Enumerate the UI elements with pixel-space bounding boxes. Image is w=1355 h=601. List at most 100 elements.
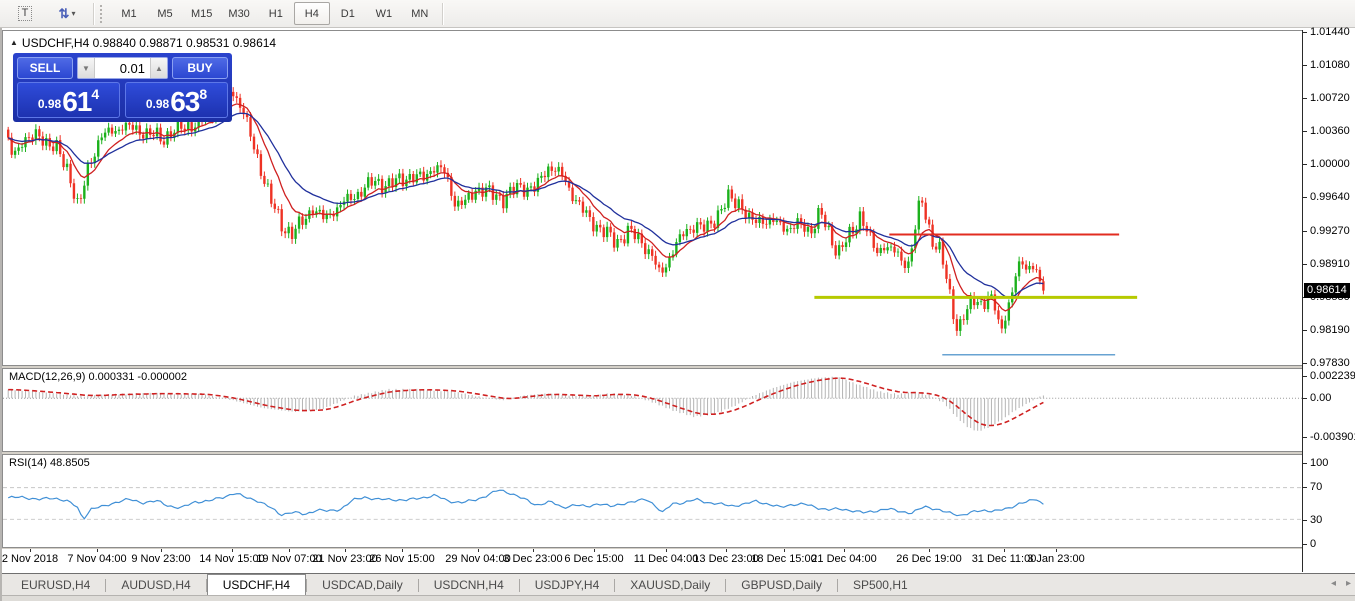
timeframe-button-H4[interactable]: H4 — [294, 2, 330, 25]
macd-chart[interactable] — [3, 369, 1302, 451]
date-tick — [1056, 549, 1057, 552]
date-tick — [784, 549, 785, 552]
sell-price-prefix: 0.98 — [38, 97, 61, 111]
toolbar-grip[interactable] — [100, 5, 105, 23]
rsi-label: RSI(14) 48.8505 — [9, 457, 90, 469]
date-tick-label: 26 Dec 19:00 — [896, 553, 961, 565]
chart-tab-USDCHF-H4[interactable]: USDCHF,H4 — [207, 574, 306, 597]
sell-button[interactable]: SELL — [17, 57, 73, 79]
current-price-tag: 0.98614 — [1304, 283, 1350, 298]
chart-workspace: ▲ USDCHF,H4 0.98840 0.98871 0.98531 0.986… — [0, 28, 1355, 601]
timeframe-button-H1[interactable]: H1 — [258, 2, 294, 25]
price-scale: 0.98614 1.014401.010801.007201.003601.00… — [1302, 30, 1355, 572]
date-tick-label: 14 Nov 15:00 — [199, 553, 264, 565]
ma-fast-line — [8, 104, 1043, 311]
date-tick — [1004, 549, 1005, 552]
buy-price-big: 63 — [170, 88, 199, 115]
chart-tab-AUDUSD-H4[interactable]: AUDUSD,H4 — [106, 575, 205, 596]
chart-tab-EURUSD-H4[interactable]: EURUSD,H4 — [6, 575, 105, 596]
timeframe-button-M5[interactable]: M5 — [147, 2, 183, 25]
macd-signal-line — [8, 378, 1043, 425]
tab-scroll-right-icon[interactable]: ▸ — [1346, 578, 1351, 589]
timeframe-button-M30[interactable]: M30 — [220, 2, 257, 25]
axis-tick-label: 1.00720 — [1303, 91, 1350, 105]
timeframe-button-MN[interactable]: MN — [402, 2, 438, 25]
chart-tabs: EURUSD,H4AUDUSD,H4USDCHF,H4USDCAD,DailyU… — [6, 575, 923, 596]
ma-slow-line — [8, 113, 1043, 297]
axis-tick-label: 0.00 — [1303, 391, 1331, 405]
toolbar-divider — [93, 3, 94, 25]
date-tick — [666, 549, 667, 552]
rsi-indicator-panel[interactable]: RSI(14) 48.8505 — [2, 454, 1302, 548]
chart-tab-bar: EURUSD,H4AUDUSD,H4USDCHF,H4USDCAD,DailyU… — [2, 573, 1355, 601]
date-tick-label: 13 Dec 23:00 — [693, 553, 758, 565]
axis-tick-label: 1.00000 — [1303, 157, 1350, 171]
date-tick — [533, 549, 534, 552]
date-tick — [30, 549, 31, 552]
date-tick — [594, 549, 595, 552]
chevron-down-icon[interactable]: ▾ — [71, 9, 75, 18]
date-tick — [402, 549, 403, 552]
volume-stepper: ▼ ▲ — [77, 57, 168, 79]
axis-tick-label: 70 — [1303, 480, 1322, 494]
sell-price-big: 61 — [62, 88, 91, 115]
date-tick-label: 18 Dec 15:00 — [751, 553, 816, 565]
chart-tab-USDCAD-Daily[interactable]: USDCAD,Daily — [307, 575, 418, 596]
volume-increase-icon[interactable]: ▲ — [150, 58, 167, 78]
timeframe-button-M1[interactable]: M1 — [111, 2, 147, 25]
tab-scroll-left-icon[interactable]: ◂ — [1331, 578, 1336, 589]
sell-price-sup: 4 — [91, 86, 99, 102]
panel-collapse-icon[interactable]: ▲ — [10, 38, 18, 47]
timeframe-group: M1M5M15M30H1H4D1W1MN — [111, 2, 438, 25]
chart-title-text: USDCHF,H4 0.98840 0.98871 0.98531 0.9861… — [22, 36, 276, 50]
date-tick-label: 7 Nov 04:00 — [67, 553, 126, 565]
axis-tick-label: 1.01440 — [1303, 25, 1350, 39]
volume-input[interactable] — [95, 58, 150, 78]
date-tick-label: 3 Jan 23:00 — [1027, 553, 1085, 565]
rsi-chart[interactable] — [3, 455, 1302, 547]
chart-title: ▲ USDCHF,H4 0.98840 0.98871 0.98531 0.986… — [10, 36, 276, 50]
tab-bar-strip — [2, 595, 1355, 601]
date-tick-label: 2 Nov 2018 — [2, 553, 58, 565]
date-tick-label: 29 Nov 04:00 — [445, 553, 510, 565]
chart-tab-USDJPY-H4[interactable]: USDJPY,H4 — [520, 575, 614, 596]
axis-tick-label: 0.99270 — [1303, 224, 1350, 238]
date-tick-label: 21 Nov 23:00 — [312, 553, 377, 565]
date-tick — [929, 549, 930, 552]
price-chart-panel[interactable]: ▲ USDCHF,H4 0.98840 0.98871 0.98531 0.986… — [2, 30, 1302, 366]
timeframe-button-M15[interactable]: M15 — [183, 2, 220, 25]
axis-tick-label: -0.003901 — [1303, 430, 1355, 444]
macd-indicator-panel[interactable]: MACD(12,26,9) 0.000331 -0.000002 — [2, 368, 1302, 452]
axis-tick-label: 0.002239 — [1303, 369, 1355, 383]
buy-price-prefix: 0.98 — [146, 97, 169, 111]
macd-histogram — [8, 377, 1043, 431]
date-tick-label: 9 Nov 23:00 — [131, 553, 190, 565]
date-tick-label: 6 Dec 15:00 — [564, 553, 623, 565]
toolbar-divider-end — [442, 3, 443, 25]
tab-scroll-buttons: ◂ ▸ — [1331, 578, 1351, 589]
date-tick-label: 11 Dec 04:00 — [634, 553, 699, 565]
sell-price-box[interactable]: 0.98 61 4 — [17, 82, 120, 118]
buy-button[interactable]: BUY — [172, 57, 228, 79]
axis-tick-label: 0.98910 — [1303, 257, 1350, 271]
chart-tab-USDCNH-H4[interactable]: USDCNH,H4 — [419, 575, 519, 596]
buy-price-box[interactable]: 0.98 63 8 — [125, 82, 228, 118]
sort-arrows-button[interactable]: ⇅ ▾ — [47, 2, 87, 26]
chart-tab-GBPUSD-Daily[interactable]: GBPUSD,Daily — [726, 575, 837, 596]
axis-tick-label: 30 — [1303, 513, 1322, 527]
date-tick — [844, 549, 845, 552]
chart-tab-XAUUSD-Daily[interactable]: XAUUSD,Daily — [615, 575, 725, 596]
date-tick — [161, 549, 162, 552]
text-tool-button[interactable]: T — [5, 2, 45, 26]
axis-tick-label: 100 — [1303, 456, 1328, 470]
chart-tab-SP500-H1[interactable]: SP500,H1 — [838, 575, 923, 596]
timeframe-button-D1[interactable]: D1 — [330, 2, 366, 25]
axis-tick-label: 0.98190 — [1303, 323, 1350, 337]
timeframe-button-W1[interactable]: W1 — [366, 2, 402, 25]
macd-label: MACD(12,26,9) 0.000331 -0.000002 — [9, 371, 187, 383]
date-tick — [726, 549, 727, 552]
date-tick — [478, 549, 479, 552]
axis-tick-label: 0 — [1303, 537, 1316, 551]
volume-decrease-icon[interactable]: ▼ — [78, 58, 95, 78]
date-tick — [289, 549, 290, 552]
